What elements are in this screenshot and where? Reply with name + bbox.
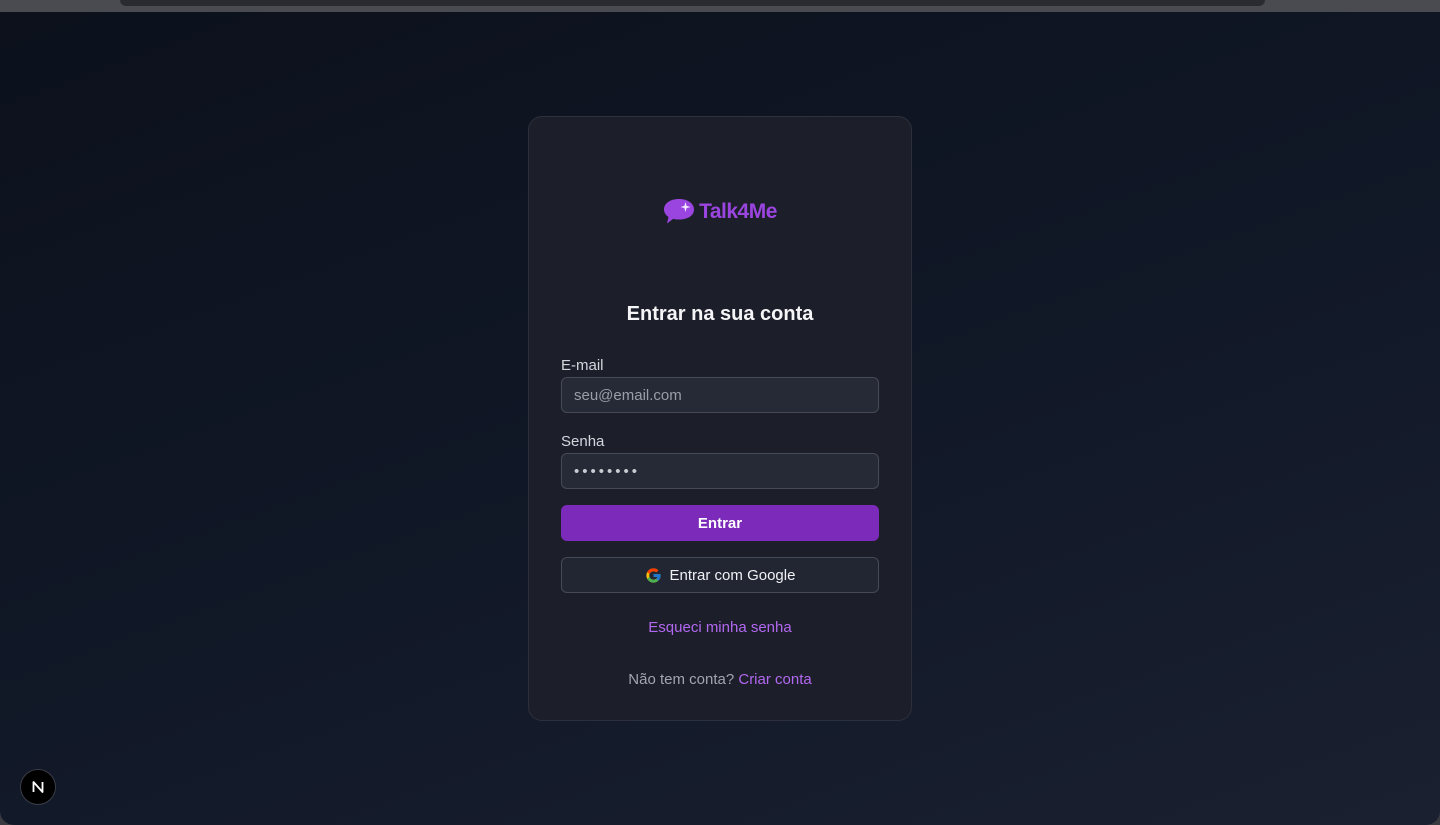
password-field[interactable]	[561, 453, 879, 489]
create-account-link[interactable]: Criar conta	[738, 671, 811, 688]
signup-prompt-text: Não tem conta?	[628, 671, 735, 688]
email-field[interactable]	[561, 377, 879, 413]
browser-top-bar	[0, 0, 1440, 12]
google-icon	[645, 567, 661, 583]
email-label: E-mail	[561, 357, 604, 374]
brand-name: Talk4Me	[699, 200, 777, 223]
signup-prompt-row: Não tem conta? Criar conta	[529, 671, 911, 688]
login-card: Talk4Me Entrar na sua conta E-mail Senha…	[528, 116, 912, 721]
nextjs-dev-badge[interactable]	[20, 769, 56, 805]
page-title: Entrar na sua conta	[626, 303, 814, 325]
google-login-button[interactable]: Entrar com Google	[561, 557, 879, 593]
nextjs-icon	[32, 781, 44, 793]
chat-bubble-sparkle-icon	[664, 199, 695, 224]
google-login-label: Entrar com Google	[669, 566, 796, 584]
browser-notch	[120, 0, 1265, 6]
page-viewport: Talk4Me Entrar na sua conta E-mail Senha…	[0, 12, 1440, 825]
password-label: Senha	[561, 433, 605, 450]
login-button[interactable]: Entrar	[561, 505, 879, 541]
forgot-password-link[interactable]: Esqueci minha senha	[529, 619, 911, 636]
brand-logo: Talk4Me	[529, 197, 911, 227]
